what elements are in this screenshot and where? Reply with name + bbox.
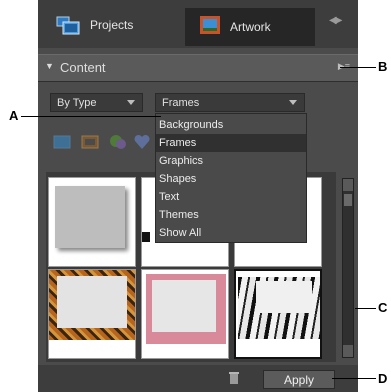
- frame-thumbnail[interactable]: [48, 269, 136, 359]
- frame-thumbnail[interactable]: [141, 269, 229, 359]
- callout-d: D: [378, 371, 388, 386]
- scroll-thumb[interactable]: [344, 194, 352, 206]
- callout-d-line: [332, 378, 376, 379]
- tab-artwork[interactable]: Artwork: [185, 8, 315, 46]
- callout-b-line: [340, 67, 376, 68]
- trash-icon[interactable]: [228, 371, 240, 385]
- category-select-value: Frames: [162, 97, 200, 109]
- tab-projects[interactable]: Projects: [50, 10, 180, 40]
- category-select[interactable]: Frames: [155, 93, 305, 112]
- callout-c-line: [355, 308, 376, 309]
- category-dropdown-list: Backgrounds Frames Graphics Shapes Text …: [155, 113, 307, 243]
- callout-a: A: [9, 108, 19, 123]
- artwork-icon: [200, 16, 220, 34]
- graphic-icon[interactable]: [108, 132, 128, 152]
- chevron-down-icon: [289, 100, 297, 105]
- scroll-up-icon[interactable]: [343, 179, 353, 191]
- callout-a-line: [21, 116, 161, 117]
- type-select[interactable]: By Type: [50, 93, 143, 112]
- tab-projects-label: Projects: [90, 18, 134, 32]
- apply-button[interactable]: Apply: [263, 370, 335, 389]
- background-icon[interactable]: [52, 132, 72, 152]
- scroll-down-icon[interactable]: [343, 345, 353, 357]
- frame-thumbnail[interactable]: [48, 177, 136, 267]
- projects-icon: [56, 16, 80, 35]
- collapse-triangle-icon[interactable]: ▼: [45, 61, 54, 71]
- dropdown-option[interactable]: Text: [156, 188, 306, 206]
- callout-c: C: [378, 300, 388, 315]
- panel-footer: Apply: [38, 365, 358, 392]
- dropdown-option[interactable]: Shapes: [156, 170, 306, 188]
- dropdown-option[interactable]: Show All: [156, 224, 306, 242]
- chevron-down-icon: [127, 100, 135, 105]
- dropdown-option-selected[interactable]: Frames: [156, 134, 306, 152]
- shape-icon[interactable]: [132, 132, 152, 152]
- dropdown-option[interactable]: Backgrounds: [156, 116, 306, 134]
- callout-b: B: [378, 59, 388, 74]
- frame-icon[interactable]: [80, 132, 100, 152]
- content-header[interactable]: ▼ Content ▶≡: [38, 54, 358, 82]
- panel-tabs: Projects Artwork ◀▶: [38, 0, 358, 48]
- type-select-value: By Type: [57, 97, 97, 109]
- dropdown-option[interactable]: Graphics: [156, 152, 306, 170]
- thumbnail-scrollbar[interactable]: [342, 178, 354, 358]
- frame-thumbnail-selected[interactable]: [234, 269, 322, 359]
- dropdown-option[interactable]: Themes: [156, 206, 306, 224]
- tab-artwork-label: Artwork: [230, 20, 271, 34]
- content-panel: Projects Artwork ◀▶ ▼ Content ▶≡ By Type…: [38, 0, 358, 392]
- content-title: Content: [60, 60, 106, 75]
- expand-collapse-icon[interactable]: ◀▶: [329, 15, 342, 26]
